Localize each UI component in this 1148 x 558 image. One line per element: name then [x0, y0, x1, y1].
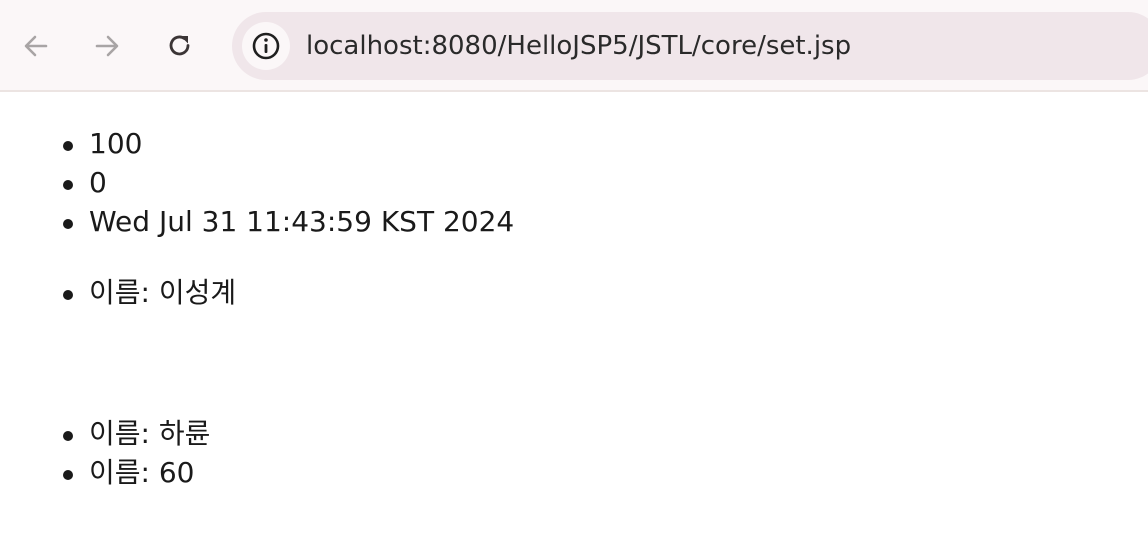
list-item: 이름: 이성계 [60, 273, 236, 312]
list-item-text: 이름: 하륜 [89, 417, 211, 450]
bullet-icon [63, 431, 73, 441]
address-bar[interactable]: localhost:8080/HelloJSP5/JSTL/core/set.j… [232, 12, 1148, 80]
arrow-left-icon [24, 35, 48, 57]
bullet-icon [63, 470, 73, 480]
list-item-text: 이름: 60 [89, 456, 195, 489]
list-item-text: 0 [89, 166, 107, 199]
site-info-button[interactable] [242, 22, 290, 70]
list-item: 0 [60, 163, 514, 202]
list-item: 이름: 하륜 [60, 414, 210, 453]
bullet-icon [63, 219, 73, 229]
bullet-icon [63, 180, 73, 190]
url-text[interactable]: localhost:8080/HelloJSP5/JSTL/core/set.j… [306, 27, 851, 65]
info-icon [252, 32, 280, 60]
arrow-right-icon [95, 35, 119, 57]
bullet-icon [63, 290, 73, 300]
name-list: 이름: 이성계 [60, 273, 236, 312]
reload-icon [169, 35, 190, 56]
list-item: Wed Jul 31 11:43:59 KST 2024 [60, 202, 514, 241]
browser-toolbar: localhost:8080/HelloJSP5/JSTL/core/set.j… [0, 0, 1148, 92]
page-content: 100 0 Wed Jul 31 11:43:59 KST 2024 이름: 이… [0, 94, 1148, 558]
value-list: 100 0 Wed Jul 31 11:43:59 KST 2024 [60, 124, 514, 241]
list-item-text: 이름: 이성계 [89, 276, 237, 309]
list-item-text: 100 [89, 127, 143, 160]
list-item: 이름: 60 [60, 453, 210, 492]
back-button[interactable] [14, 24, 58, 68]
reload-button[interactable] [158, 24, 202, 68]
list-item: 100 [60, 124, 514, 163]
bullet-icon [63, 141, 73, 151]
forward-button[interactable] [85, 24, 129, 68]
name-list-2: 이름: 하륜 이름: 60 [60, 414, 210, 492]
list-item-text: Wed Jul 31 11:43:59 KST 2024 [89, 205, 515, 238]
